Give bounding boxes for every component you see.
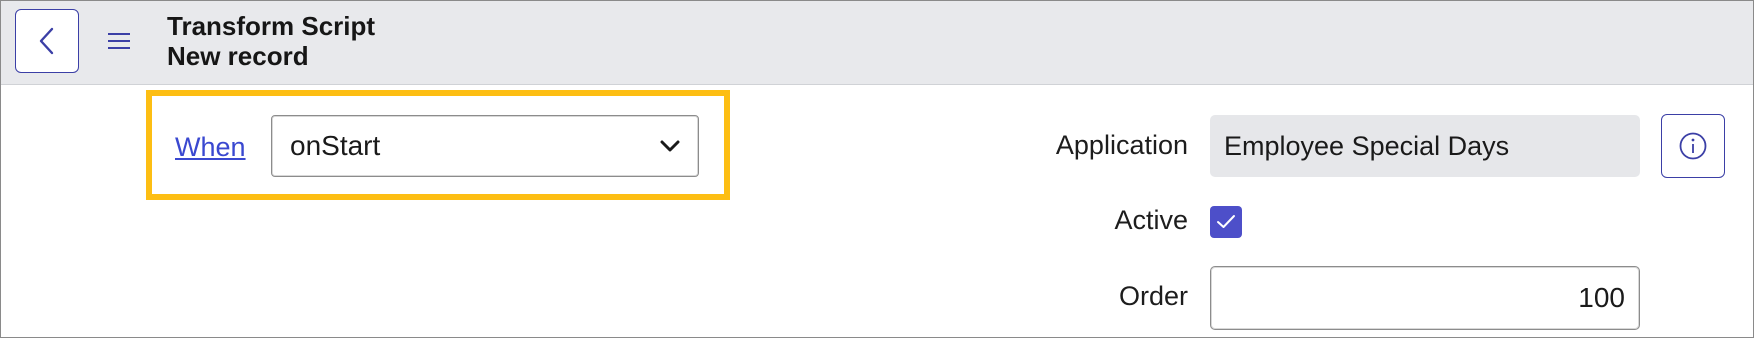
active-label: Active <box>1114 205 1188 235</box>
active-checkbox[interactable] <box>1210 206 1242 238</box>
hamburger-menu-icon <box>108 33 130 49</box>
info-icon <box>1679 132 1707 160</box>
checkmark-icon <box>1217 215 1235 228</box>
page-title: Transform Script New record <box>167 11 375 71</box>
order-value: 100 <box>1578 282 1625 313</box>
record-type-title: Transform Script <box>167 11 376 41</box>
when-select[interactable]: onStart <box>271 115 699 177</box>
order-input[interactable]: 100 <box>1210 266 1640 330</box>
record-status-title: New record <box>167 41 309 71</box>
back-button[interactable] <box>15 9 79 73</box>
order-label: Order <box>1118 281 1188 311</box>
menu-button[interactable] <box>101 23 137 59</box>
when-selected-value: onStart <box>290 130 381 161</box>
application-label: Application <box>1055 130 1188 160</box>
when-label-link[interactable]: When <box>175 132 246 163</box>
application-info-button[interactable] <box>1661 114 1725 178</box>
chevron-down-icon <box>660 140 680 152</box>
application-field: Employee Special Days <box>1210 115 1640 177</box>
application-value: Employee Special Days <box>1224 130 1510 161</box>
chevron-left-icon <box>39 27 54 55</box>
form-header: Transform Script New record <box>1 1 1753 85</box>
